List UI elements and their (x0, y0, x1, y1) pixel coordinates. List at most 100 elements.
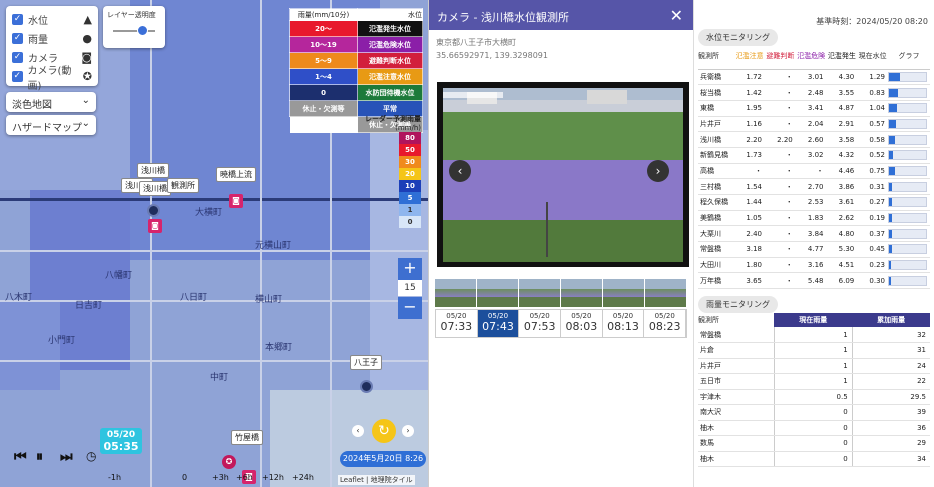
layer-rain[interactable]: ✓ 雨量 ● (12, 29, 92, 48)
thumbnail[interactable] (603, 279, 645, 307)
layer-control: ✓ 水位 ▲ ✓ 雨量 ● ✓ カメラ ◙ ✓ カメラ(動画) ✪ (6, 6, 98, 92)
zoom-in-button[interactable]: + (398, 258, 422, 280)
table-row[interactable]: 常盤橋 1 32 (698, 327, 930, 343)
table-row[interactable]: 宇津木 0.5 29.5 (698, 389, 930, 405)
table-row[interactable]: 美鶴橋 1.05 ・ 1.83 2.62 0.19 (698, 210, 930, 227)
table-row[interactable]: 兵衛橋 1.72 ・ 3.01 4.30 1.29 (698, 69, 930, 86)
thumbnail[interactable] (645, 279, 687, 307)
chevron-right-icon[interactable]: › (402, 425, 414, 437)
camera-title: カメラ - 浅川橋水位観測所 (437, 11, 569, 24)
water-value: ・ (764, 257, 796, 274)
water-level-bar (888, 213, 927, 224)
station-pin-label[interactable]: 八王子 (350, 355, 382, 370)
timeline-tick[interactable]: +6h (236, 473, 253, 482)
time-option[interactable]: 05/20 07:43 (477, 310, 520, 337)
thumbnail[interactable] (435, 279, 477, 307)
table-row[interactable]: 大栗川 2.40 ・ 3.84 4.80 0.37 (698, 225, 930, 243)
water-value: 2.20 (734, 131, 765, 148)
legend-rain-cell: 1～4 (288, 68, 359, 85)
place-label: 日吉町 (75, 301, 103, 311)
opacity-slider-knob[interactable] (137, 25, 148, 36)
water-value: 4.30 (826, 69, 858, 86)
time-option[interactable]: 05/20 07:33 (436, 310, 478, 337)
refresh-icon[interactable]: ↻ (372, 419, 396, 443)
table-row[interactable]: 南大沢 0 39 (698, 404, 930, 421)
water-value: 3.16 (795, 257, 827, 274)
checkbox-icon[interactable]: ✓ (12, 71, 23, 82)
rain-now-value: 0 (773, 451, 853, 467)
water-level-bar-fill (889, 182, 892, 191)
table-row[interactable]: 程久保橋 1.44 ・ 2.53 3.61 0.27 (698, 194, 930, 211)
time-option[interactable]: 05/20 08:23 (644, 310, 687, 337)
timeline-tick[interactable]: +12h (262, 473, 284, 482)
table-row[interactable]: 高橋・・・ 4.46 0.75 (698, 163, 930, 180)
table-row[interactable]: 数馬 0 29 (698, 435, 930, 452)
chevron-right-icon[interactable]: › (647, 160, 669, 182)
water-value: 2.40 (734, 225, 765, 243)
station-pin-label[interactable]: 観測所 (167, 178, 199, 193)
skip-back-icon[interactable]: ⏮ (14, 449, 27, 465)
map-view[interactable]: 元横山町 八幡町 八日町 横山町 日吉町 小門町 本郷町 八木町 大横町 中町 … (0, 0, 428, 487)
close-icon[interactable]: ✕ (670, 6, 683, 25)
table-row[interactable]: 万年橋 3.65 ・ 5.48 6.09 0.30 (698, 272, 930, 290)
table-row[interactable]: 柚木 0 34 (698, 451, 930, 467)
table-row[interactable]: 片井戸 1.16 ・ 2.04 2.91 0.57 (698, 116, 930, 133)
radar-level-cell: 5 (399, 192, 421, 204)
time-option[interactable]: 05/20 08:03 (561, 310, 603, 337)
basemap-select[interactable]: 淡色地図 ⌄ (6, 92, 96, 112)
timeline-tick[interactable]: +3h (212, 473, 229, 482)
table-row[interactable]: 片井戸 1 24 (698, 358, 930, 374)
thumbnail[interactable] (477, 279, 519, 307)
video-camera-marker-icon[interactable]: ✪ (222, 455, 236, 469)
camera-marker-icon[interactable]: ◙ (229, 194, 243, 208)
timeline-tick[interactable]: -1h (108, 473, 121, 482)
station-name: 三村橋 (698, 178, 735, 195)
place-label: 横山町 (255, 295, 283, 305)
table-row[interactable]: 三村橋 1.54 ・ 2.70 3.86 0.31 (698, 178, 930, 195)
clock-icon[interactable]: ◷ (86, 449, 96, 463)
checkbox-icon[interactable]: ✓ (12, 14, 23, 25)
rain-total-value: 32 (851, 327, 930, 343)
layer-water[interactable]: ✓ 水位 ▲ (12, 10, 92, 29)
chevron-left-icon[interactable]: ‹ (352, 425, 364, 437)
thumbnail[interactable] (519, 279, 561, 307)
table-row[interactable]: 常盤橋 3.18 ・ 4.77 5.30 0.45 (698, 241, 930, 258)
water-value: 5.48 (795, 272, 827, 290)
checkbox-icon[interactable]: ✓ (12, 33, 23, 44)
table-row[interactable]: 新鶴見橋 1.73 ・ 3.02 4.32 0.52 (698, 147, 930, 164)
skip-forward-icon[interactable]: ⏭ (60, 449, 73, 465)
station-pin-label[interactable]: 竹屋橋 (231, 430, 263, 445)
pause-icon[interactable]: ⏸ (36, 449, 43, 465)
station-pin-label[interactable]: 暁橋上流 (216, 167, 256, 182)
rain-station-marker[interactable] (147, 204, 160, 217)
water-level-bar-fill (889, 104, 897, 113)
layer-video[interactable]: ✓ カメラ(動画) ✪ (12, 66, 92, 92)
table-row[interactable]: 五日市 1 22 (698, 373, 930, 390)
table-row[interactable]: 大田川 1.80 ・ 3.16 4.51 0.23 (698, 257, 930, 274)
zoom-out-button[interactable]: − (398, 297, 422, 319)
camera-marker-icon[interactable]: ◙ (148, 219, 162, 233)
map-attribution[interactable]: Leaflet | 地理院タイル (338, 475, 415, 485)
time-option-time: 08:03 (565, 320, 598, 333)
table-row[interactable]: 片倉 1 31 (698, 342, 930, 359)
time-option[interactable]: 05/20 07:53 (519, 310, 562, 337)
timeline-tick[interactable]: +24h (292, 473, 314, 482)
water-value: 0.45 (857, 241, 888, 258)
table-row[interactable]: 浅川橋 2.20 2.20 2.60 3.58 0.58 (698, 131, 930, 148)
water-level-bar (888, 103, 927, 114)
opacity-slider-track[interactable] (113, 30, 155, 32)
timeline-tick[interactable]: 0 (182, 473, 187, 482)
rain-station-marker[interactable] (360, 380, 373, 393)
checkbox-icon[interactable]: ✓ (12, 52, 23, 63)
station-pin-label[interactable]: 浅川橋 (137, 163, 169, 178)
legend-rain-cell: 10～19 (288, 36, 359, 53)
thumbnail[interactable] (561, 279, 603, 307)
table-row[interactable]: 東橋 1.95 ・ 3.41 4.87 1.04 (698, 100, 930, 117)
table-row[interactable]: 柚木 0 36 (698, 420, 930, 436)
chevron-left-icon[interactable]: ‹ (449, 160, 471, 182)
hazard-select[interactable]: ハザードマップ ⌄ (6, 115, 96, 135)
table-row[interactable]: 桜当橋 1.42 ・ 2.48 3.55 0.83 (698, 84, 930, 101)
time-option[interactable]: 05/20 08:13 (603, 310, 645, 337)
water-value: ・ (764, 178, 796, 195)
station-name: 五日市 (698, 373, 775, 390)
